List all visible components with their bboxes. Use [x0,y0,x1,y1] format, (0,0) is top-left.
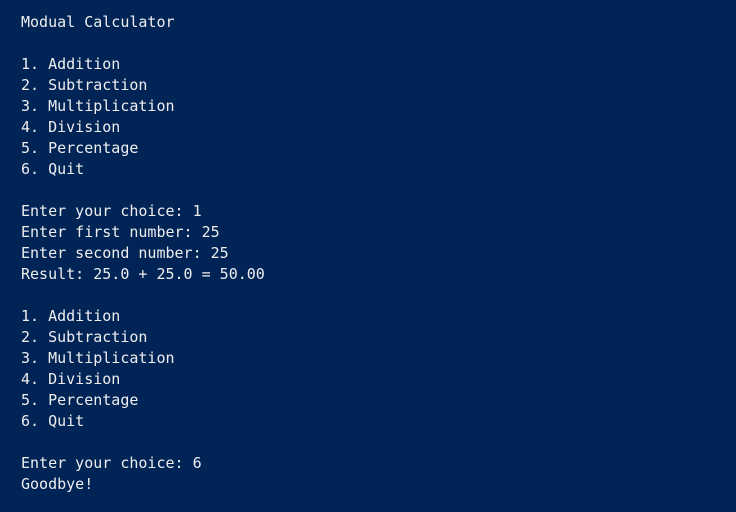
menu-block: 1. Addition 2. Subtraction 3. Multiplica… [21,54,736,180]
menu-option-subtraction: 2. Subtraction [21,328,148,346]
menu-option-subtraction: 2. Subtraction [21,76,148,94]
result-line: Result: 25.0 + 25.0 = 50.00 [21,265,265,283]
program-title: Modual Calculator [21,13,175,31]
menu-block: 1. Addition 2. Subtraction 3. Multiplica… [21,306,736,432]
menu-option-division: 4. Division [21,370,121,388]
menu-option-addition: 1. Addition [21,307,121,325]
goodbye-message: Goodbye! [21,475,94,493]
menu-option-percentage: 5. Percentage [21,391,139,409]
first-number-prompt: Enter first number: 25 [21,223,220,241]
menu-option-multiplication: 3. Multiplication [21,349,175,367]
calculation-session: Enter your choice: 1 Enter first number:… [21,201,736,285]
menu-option-quit: 6. Quit [21,412,85,430]
console-output: Modual Calculator 1. Addition 2. Subtrac… [0,0,736,512]
choice-prompt: Enter your choice: 6 [21,454,202,472]
menu-option-addition: 1. Addition [21,55,121,73]
menu-option-multiplication: 3. Multiplication [21,97,175,115]
second-number-prompt: Enter second number: 25 [21,244,229,262]
menu-option-quit: 6. Quit [21,160,85,178]
menu-option-percentage: 5. Percentage [21,139,139,157]
quit-session: Enter your choice: 6 Goodbye! [21,453,736,495]
choice-prompt: Enter your choice: 1 [21,202,202,220]
menu-option-division: 4. Division [21,118,121,136]
